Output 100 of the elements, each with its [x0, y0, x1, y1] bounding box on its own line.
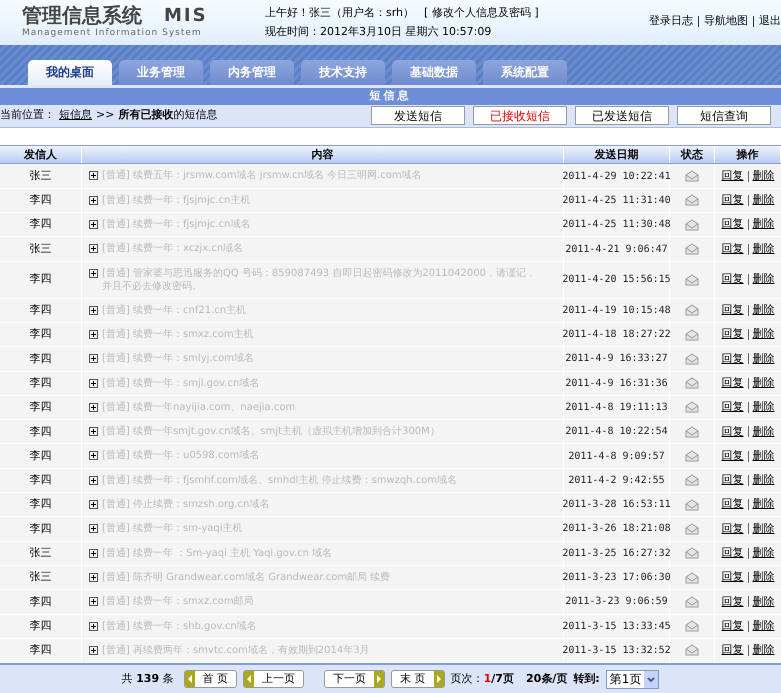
row-action-link[interactable]: 回复 [722, 216, 744, 233]
sender-cell: 李四 [0, 396, 82, 420]
row-action-link[interactable]: 回复 [722, 569, 744, 586]
row-action-link[interactable]: 回复 [722, 399, 744, 416]
message-content: [普通] 续费一年 ：Sm-yaqi 主机 Yaqi.gov.cn 域名 [102, 546, 332, 560]
row-action-link[interactable]: 删除 [752, 545, 774, 562]
row-action-link[interactable]: 回复 [722, 594, 744, 610]
header-link[interactable]: 退出 [759, 13, 781, 30]
row-action-link[interactable]: 删除 [752, 168, 774, 184]
message-action-button[interactable]: 已接收短信 [473, 106, 567, 126]
row-action-link[interactable]: 删除 [752, 520, 774, 538]
pager-button[interactable]: 末 页 [391, 670, 445, 688]
row-action-link[interactable]: 回复 [722, 642, 744, 659]
row-action-link[interactable]: 删除 [752, 240, 774, 258]
expand-icon[interactable] [89, 622, 98, 631]
row-action-link[interactable]: 删除 [752, 374, 774, 392]
row-action-link[interactable]: 回复 [722, 374, 744, 392]
sender-cell: 李四 [0, 372, 82, 395]
message-action-button[interactable]: 短信查询 [677, 106, 771, 126]
expand-icon[interactable] [89, 548, 98, 558]
row-action-link[interactable]: 删除 [752, 448, 774, 464]
row-action-link[interactable]: 回复 [722, 192, 744, 209]
row-action-link[interactable]: 回复 [722, 496, 744, 513]
section-title: 短信息 [370, 88, 412, 104]
row-action-link[interactable]: 删除 [752, 350, 774, 368]
row-action-link[interactable]: 删除 [752, 399, 774, 416]
row-action-link[interactable]: 回复 [722, 168, 744, 184]
page-select[interactable]: 第1页 [606, 670, 660, 689]
right-arrow-icon [374, 671, 384, 688]
expand-icon[interactable] [89, 171, 98, 180]
expand-icon[interactable] [89, 196, 98, 205]
row-action-link[interactable]: 回复 [722, 271, 744, 288]
row-action-link[interactable]: 回复 [722, 326, 744, 343]
row-action-link[interactable]: 删除 [752, 302, 774, 319]
expand-icon[interactable] [89, 572, 98, 582]
profile-link[interactable]: [ 修改个人信息及密码 ] [424, 5, 539, 22]
row-action-link[interactable]: 回复 [722, 618, 744, 634]
date-cell: 2011-3-26 18:21:08 [564, 517, 670, 541]
expand-icon[interactable] [89, 268, 98, 278]
expand-icon[interactable] [89, 427, 98, 436]
pager-button[interactable]: 下一页 [324, 670, 386, 688]
expand-icon[interactable] [89, 476, 98, 485]
expand-icon[interactable] [89, 646, 98, 655]
column-header: 操作 [715, 146, 781, 164]
row-action-link[interactable]: 回复 [722, 448, 744, 464]
envelope-icon [685, 522, 699, 535]
row-action-link[interactable]: 删除 [752, 192, 774, 209]
header-link[interactable]: 登录日志 [649, 13, 693, 30]
row-action-link[interactable]: 回复 [722, 520, 744, 538]
envelope-icon [685, 352, 699, 365]
pager-button[interactable]: 上一页 [243, 670, 304, 688]
row-action-link[interactable]: 回复 [722, 240, 744, 258]
row-action-link[interactable]: 删除 [752, 326, 774, 343]
pager-button[interactable]: 首 页 [184, 670, 238, 688]
message-content: [普通] 陈齐明 Grandwear.com域名 Grandwear.com邮局 续费 [102, 570, 390, 584]
row-action-link[interactable]: 回复 [722, 424, 744, 440]
row-action-link[interactable]: 回复 [722, 545, 744, 562]
row-action-link[interactable]: 删除 [752, 496, 774, 513]
message-action-button[interactable]: 发送短信 [371, 106, 465, 126]
message-action-button[interactable]: 已发送短信 [575, 106, 669, 126]
date-cell: 2011-4-9 16:33:27 [564, 347, 670, 371]
expand-icon[interactable] [89, 524, 98, 534]
row-action-link[interactable]: 回复 [722, 350, 744, 368]
header-link[interactable]: 导航地图 [704, 13, 748, 30]
row-action-link[interactable]: 删除 [752, 424, 774, 440]
right-arrow-icon [434, 671, 444, 688]
expand-icon[interactable] [89, 306, 98, 315]
nav-tab[interactable]: 我的桌面 [28, 60, 112, 85]
expand-icon[interactable] [89, 330, 98, 339]
row-action-link[interactable]: 删除 [752, 472, 774, 489]
message-content: [普通] 续费一年：smlyj.com域名 [102, 352, 254, 366]
row-action-link[interactable]: 删除 [752, 271, 774, 288]
expand-icon[interactable] [89, 354, 98, 364]
date-cell: 2011-4-8 10:22:54 [564, 420, 670, 444]
date-cell: 2011-4-29 10:22:41 [564, 164, 670, 188]
left-arrow-icon [244, 671, 254, 688]
breadcrumb-link[interactable]: 短信息 [59, 107, 92, 124]
expand-icon[interactable] [89, 244, 98, 254]
envelope-icon [685, 328, 699, 341]
expand-icon[interactable] [89, 597, 98, 606]
sender-cell: 李四 [0, 213, 82, 236]
column-header: 状态 [670, 146, 715, 164]
row-action-link[interactable]: 删除 [752, 569, 774, 586]
envelope-icon [685, 274, 699, 286]
row-action-link[interactable]: 删除 [752, 618, 774, 634]
expand-icon[interactable] [89, 220, 98, 230]
row-action-link[interactable]: 回复 [722, 302, 744, 319]
expand-icon[interactable] [89, 402, 98, 412]
row-action-link[interactable]: 删除 [752, 216, 774, 233]
date-cell: 2011-3-15 13:32:52 [564, 638, 670, 662]
expand-icon[interactable] [89, 500, 98, 510]
sender-cell: 李四 [0, 614, 82, 638]
sender-cell: 李四 [0, 590, 82, 614]
message-content: [普通] 续费一年：shb.gov.cn域名 [102, 620, 257, 633]
row-action-link[interactable]: 删除 [752, 594, 774, 610]
row-action-link[interactable]: 回复 [722, 472, 744, 489]
row-action-link[interactable]: 删除 [752, 642, 774, 659]
message-content: [普通] 再续费两年：smvtc.com域名，有效期到2014年3月 [102, 644, 370, 657]
expand-icon[interactable] [89, 451, 98, 460]
expand-icon[interactable] [89, 378, 98, 388]
